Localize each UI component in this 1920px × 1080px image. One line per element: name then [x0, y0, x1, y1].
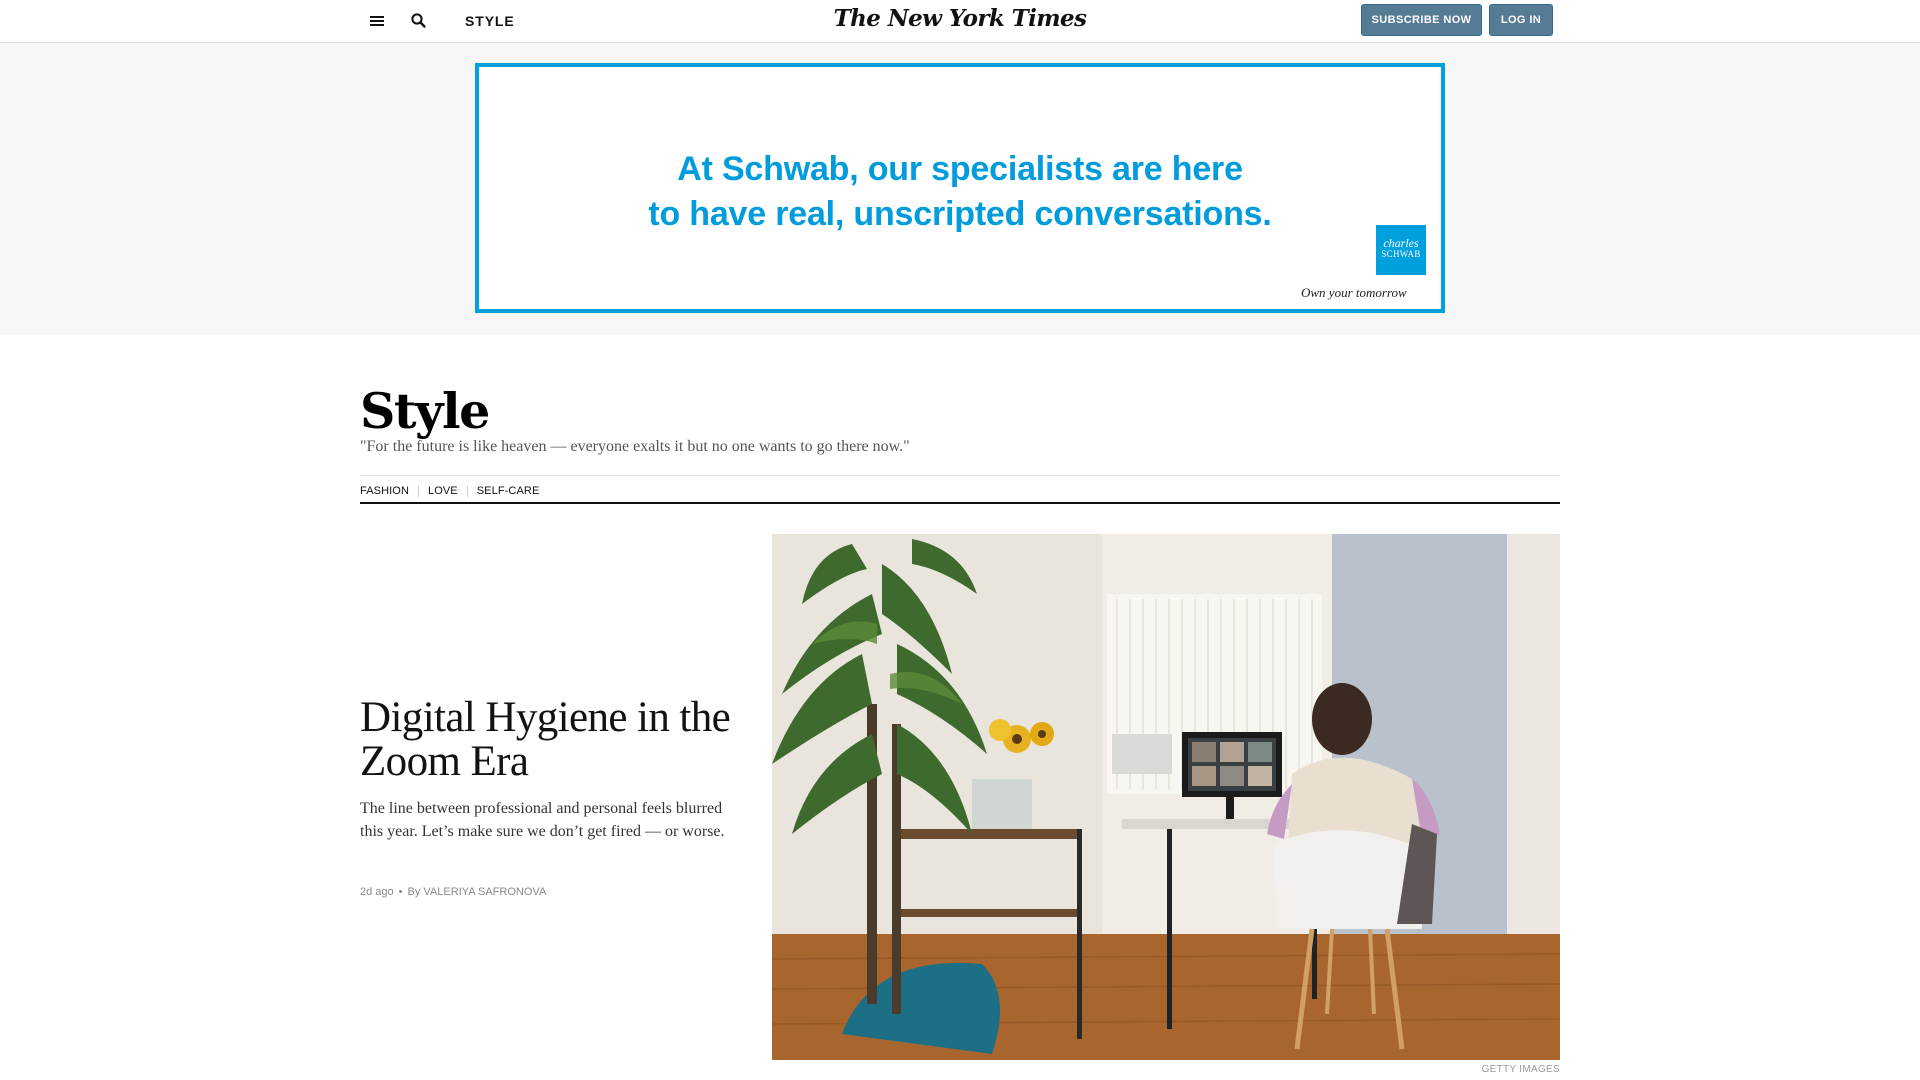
story-summary: The line between professional and person…: [360, 800, 725, 840]
image-credit: GETTY IMAGES: [1481, 1064, 1560, 1075]
login-button[interactable]: LOG IN: [1489, 4, 1553, 36]
subscribe-button[interactable]: SUBSCRIBE NOW: [1361, 4, 1482, 36]
section-quote: "For the future is like heaven — everyon…: [360, 438, 910, 455]
ad-headline-line1: At Schwab, our specialists are here: [677, 150, 1243, 188]
top-bar: STYLE The New York Times SUBSCRIBE NOW L…: [0, 0, 1920, 43]
divider: [466, 485, 468, 497]
story-byline: By VALERIYA SAFRONOVA: [407, 886, 547, 898]
ad-tagline: Own your tomorrow: [1301, 285, 1407, 300]
subnav-item-fashion[interactable]: FASHION: [360, 485, 409, 497]
story-image[interactable]: [772, 534, 1560, 1060]
menu-icon[interactable]: [366, 11, 388, 31]
ad-brand-line1: charles: [1383, 236, 1419, 250]
ad-brand-line2: SCHWAB: [1381, 249, 1421, 259]
subnav-item-self-care[interactable]: SELF-CARE: [477, 485, 540, 497]
page-title: Style: [360, 382, 490, 440]
divider: [418, 485, 419, 497]
story-meta: 2d ago • By VALERIYA SAFRONOVA: [360, 886, 547, 898]
divider: [360, 502, 1560, 504]
subnav-item-love[interactable]: LOVE: [428, 485, 458, 497]
schwab-logo: charles SCHWAB: [1376, 225, 1426, 275]
section-subnav: FASHION LOVE SELF-CARE: [360, 482, 539, 500]
banner-ad[interactable]: At Schwab, our specialists are here to h…: [475, 63, 1445, 313]
logo-link[interactable]: The New York Times: [834, 5, 1087, 32]
divider: [360, 475, 1560, 476]
story-headline[interactable]: Digital Hygiene in the Zoom Era: [360, 696, 760, 784]
site-logo: The New York Times: [0, 5, 1920, 32]
ad-headline-line2: to have real, unscripted conversations.: [648, 195, 1272, 233]
search-icon[interactable]: [408, 10, 430, 32]
section-link-style[interactable]: STYLE: [465, 13, 515, 29]
story-timestamp: 2d ago: [360, 886, 394, 898]
